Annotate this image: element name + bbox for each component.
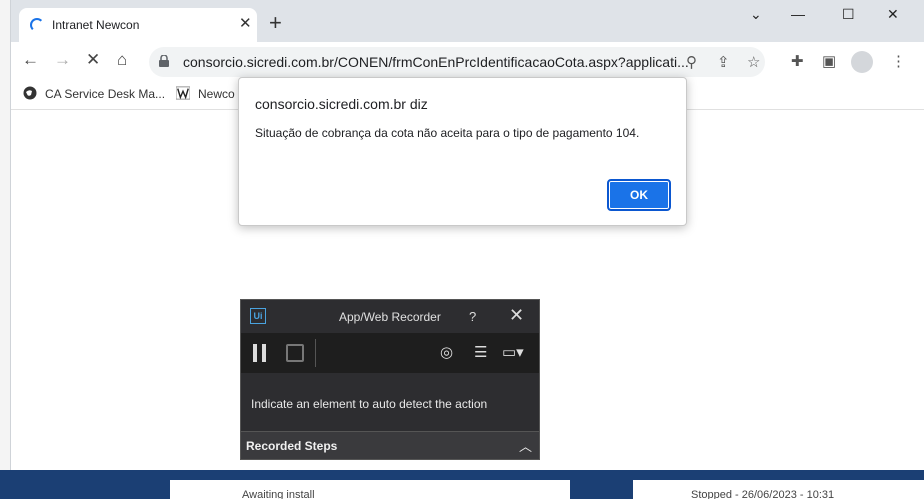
close-window-icon[interactable]: ✕ <box>887 6 899 23</box>
background-task-card: Stopped - 26/06/2023 - 10:31 <box>633 480 924 499</box>
tab-title: Intranet Newcon <box>52 18 140 32</box>
app-web-recorder-panel: Ui App/Web Recorder ? ✕ ◎ ☰ ▭▾ Indicate … <box>240 299 540 460</box>
profile-avatar-icon[interactable] <box>851 51 873 73</box>
back-icon[interactable]: ← <box>22 51 39 69</box>
recorder-body: Indicate an element to auto detect the a… <box>241 373 539 431</box>
browser-toolbar: ← → ✕ ⌂ consorcio.sicredi.com.br/CONEN/f… <box>11 42 924 80</box>
address-bar[interactable]: consorcio.sicredi.com.br/CONEN/frmConEnP… <box>149 47 765 77</box>
close-recorder-icon[interactable]: ✕ <box>509 305 524 326</box>
tab-search-icon[interactable]: ⌄ <box>750 6 762 23</box>
alert-message: Situação de cobrança da cota não aceita … <box>255 126 640 140</box>
bookmark-label: Newco <box>198 87 235 101</box>
background-task-status: Stopped - 26/06/2023 - 10:31 <box>691 489 835 499</box>
steps-list-icon[interactable]: ☰ <box>474 343 487 361</box>
ok-button[interactable]: OK <box>607 179 671 211</box>
extensions-icon[interactable]: ✚ <box>791 52 804 70</box>
menu-icon[interactable]: ⋮ <box>891 52 906 70</box>
globe-icon <box>23 86 37 100</box>
desktop-left-edge <box>0 0 10 499</box>
bookmark-item[interactable]: Newco <box>176 86 235 101</box>
recorded-steps-label: Recorded Steps <box>246 439 338 453</box>
forward-icon[interactable]: → <box>54 51 71 69</box>
share-icon[interactable]: ⇪ <box>717 53 730 71</box>
bookmark-label: CA Service Desk Ma... <box>45 87 166 101</box>
close-tab-icon[interactable]: ✕ <box>239 16 252 32</box>
chevron-up-icon[interactable]: ︿ <box>519 436 532 455</box>
recorder-hint: Indicate an element to auto detect the a… <box>251 397 488 411</box>
tab-strip: Intranet Newcon ✕ + ⌄ — ☐ ✕ <box>11 0 924 42</box>
alert-dialog: consorcio.sicredi.com.br diz Situação de… <box>238 77 687 226</box>
background-task-status: Awaiting install <box>242 489 315 499</box>
maximize-icon[interactable]: ☐ <box>842 6 855 23</box>
bookmark-item[interactable]: CA Service Desk Ma... <box>23 86 165 101</box>
alert-host: consorcio.sicredi.com.br diz <box>255 96 428 112</box>
browser-tab[interactable]: Intranet Newcon ✕ <box>19 8 257 42</box>
url-text: consorcio.sicredi.com.br/CONEN/frmConEnP… <box>183 54 689 70</box>
side-panel-icon[interactable]: ▣ <box>822 52 836 70</box>
background-task-card: Awaiting install <box>170 480 570 499</box>
help-icon[interactable]: ? <box>469 309 476 324</box>
minimize-icon[interactable]: — <box>791 6 805 22</box>
pause-icon[interactable] <box>253 344 267 362</box>
lock-icon <box>159 55 169 67</box>
toolbar-divider <box>315 339 316 367</box>
save-icon[interactable] <box>286 344 304 362</box>
recorder-toolbar: ◎ ☰ ▭▾ <box>241 333 539 373</box>
zoom-icon[interactable]: ⚲ <box>686 53 697 71</box>
uipath-logo-icon: Ui <box>250 308 266 324</box>
home-icon[interactable]: ⌂ <box>117 51 127 69</box>
recorder-title: App/Web Recorder <box>339 310 441 324</box>
bookmark-star-icon[interactable]: ☆ <box>747 53 760 71</box>
recorded-steps-header[interactable]: Recorded Steps ︿ <box>241 431 539 459</box>
loading-spinner-icon <box>30 18 44 32</box>
screenshot-dropdown-icon[interactable]: ▭▾ <box>502 343 524 361</box>
stop-loading-icon[interactable]: ✕ <box>86 51 100 69</box>
target-detect-icon[interactable]: ◎ <box>440 343 453 361</box>
recorder-header: Ui App/Web Recorder ? ✕ <box>241 300 539 333</box>
new-tab-icon[interactable]: + <box>269 12 282 34</box>
newcon-logo-icon <box>176 86 190 100</box>
